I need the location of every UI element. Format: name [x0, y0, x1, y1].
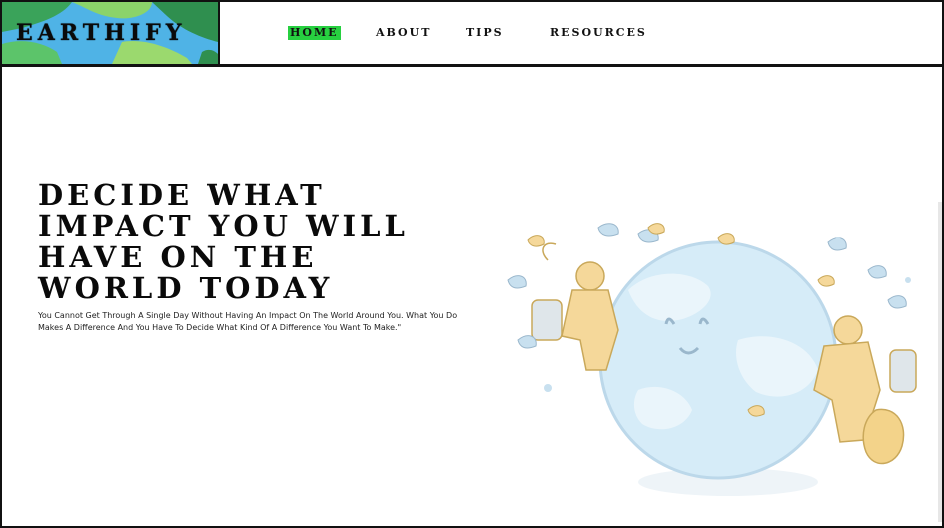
page-frame: EARTHIFY HOME ABOUT TIPS RESOURCES Decid…: [0, 0, 944, 528]
earth-astronauts-icon: [507, 223, 917, 496]
hero-subtitle: You Cannot Get Through A Single Day With…: [38, 311, 458, 332]
nav-about[interactable]: ABOUT: [374, 26, 433, 40]
nav-tips[interactable]: TIPS: [464, 26, 506, 40]
scrollbar[interactable]: [938, 202, 942, 522]
hero-title: Decide What Impact You Will Have On The …: [38, 178, 409, 305]
nav-home[interactable]: HOME: [288, 26, 341, 40]
earth-illustration: [488, 220, 928, 510]
nav-resources[interactable]: RESOURCES: [548, 26, 649, 40]
site-header: EARTHIFY HOME ABOUT TIPS RESOURCES: [2, 2, 942, 67]
main-nav: HOME ABOUT TIPS RESOURCES: [2, 26, 942, 42]
